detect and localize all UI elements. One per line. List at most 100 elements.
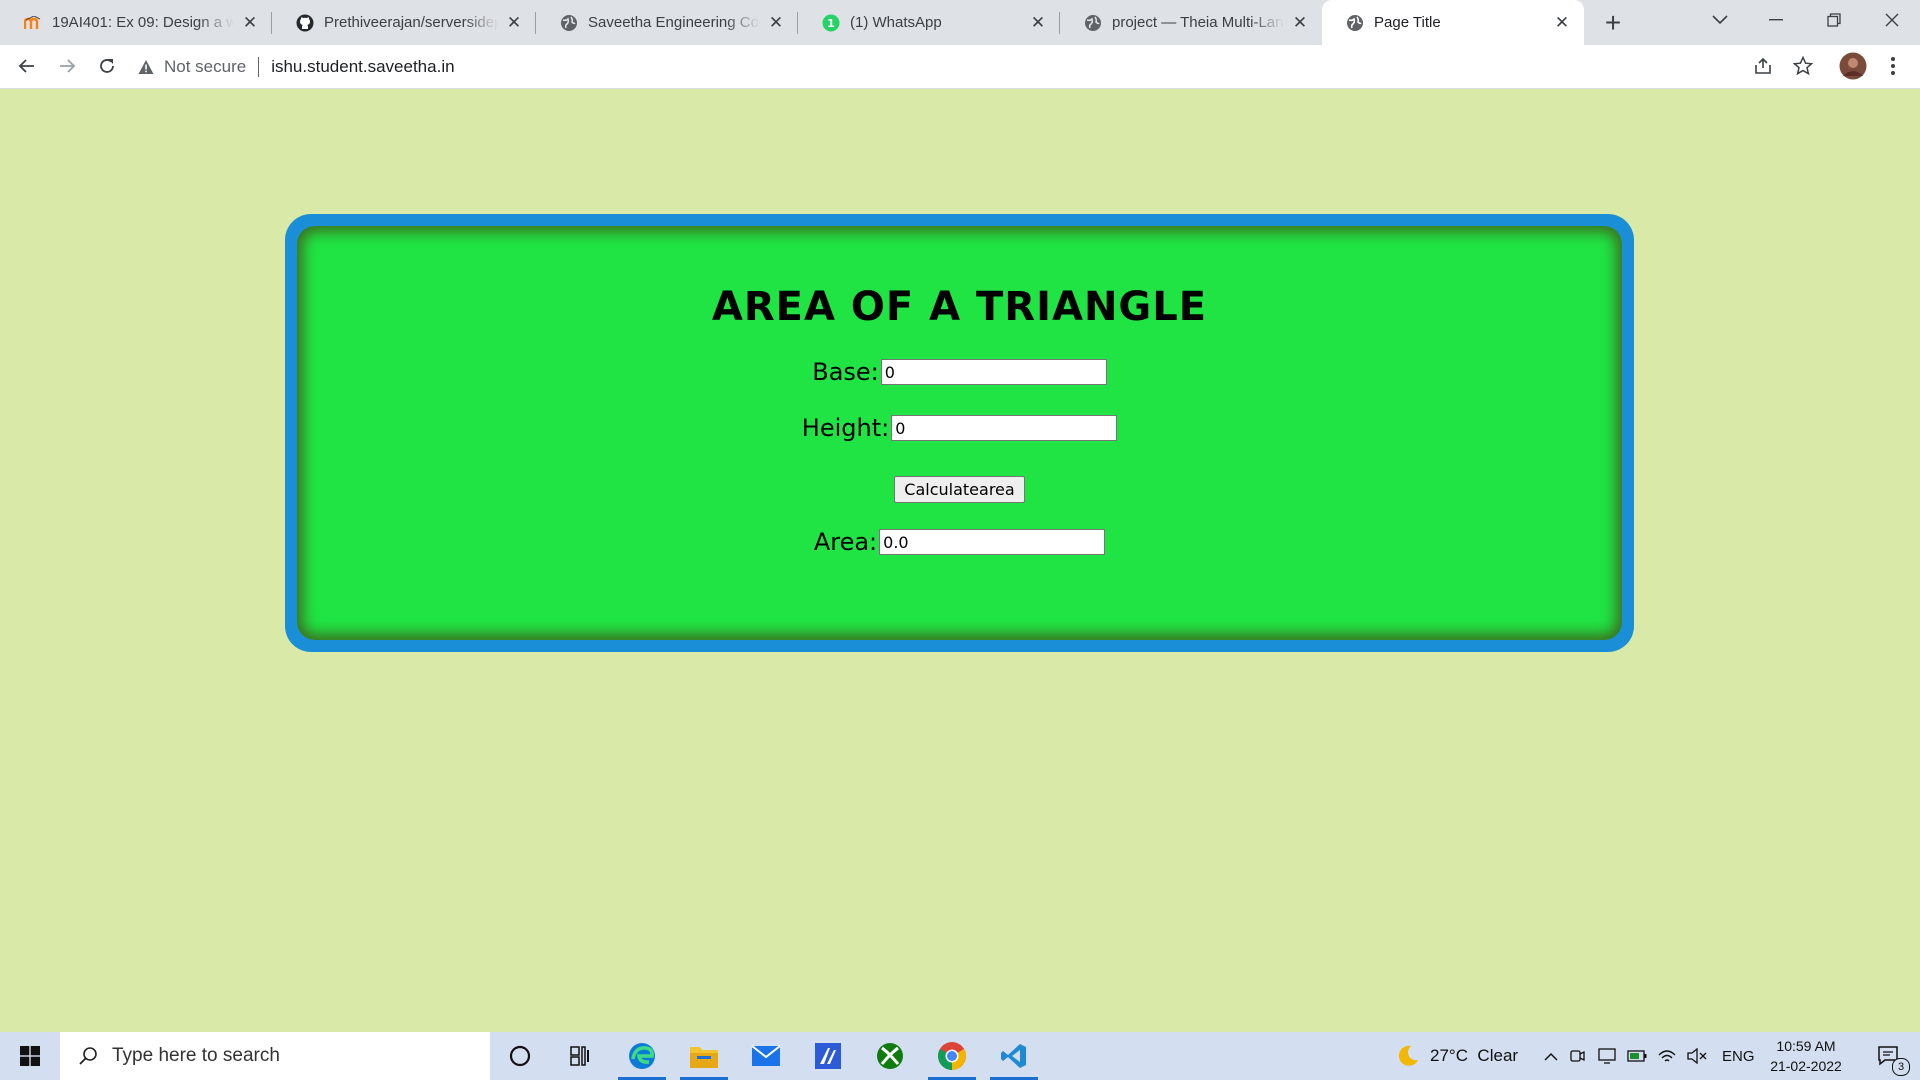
globe-icon bbox=[1084, 14, 1102, 32]
tab-strip: 19AI401: Ex 09: Design a web ✕ Prethivee… bbox=[0, 0, 1920, 45]
share-icon bbox=[1755, 57, 1771, 74]
triangle-form-frame: AREA OF A TRIANGLE Base: Height: Calcula… bbox=[285, 214, 1634, 652]
close-icon[interactable]: ✕ bbox=[240, 13, 260, 33]
meet-now-icon[interactable] bbox=[1562, 1048, 1592, 1064]
menu-button[interactable] bbox=[1878, 51, 1908, 81]
globe-icon bbox=[560, 14, 578, 32]
language-indicator[interactable]: ENG bbox=[1722, 1048, 1755, 1065]
arrow-left-icon bbox=[18, 59, 34, 73]
tab-title: Page Title bbox=[1374, 14, 1441, 31]
taskbar-search-box[interactable]: Type here to search bbox=[60, 1032, 490, 1080]
battery-icon[interactable] bbox=[1622, 1050, 1652, 1062]
close-icon[interactable]: ✕ bbox=[1028, 13, 1048, 33]
close-icon bbox=[1885, 13, 1899, 27]
area-output[interactable] bbox=[879, 529, 1106, 555]
tab-search-button[interactable] bbox=[1692, 0, 1748, 40]
security-label[interactable]: Not secure bbox=[164, 57, 246, 77]
base-label: Base: bbox=[812, 358, 879, 386]
weather-text: 27°C Clear bbox=[1430, 1046, 1519, 1065]
triangle-form-card: AREA OF A TRIANGLE Base: Height: Calcula… bbox=[297, 226, 1622, 640]
edge-icon bbox=[629, 1043, 655, 1069]
height-input[interactable] bbox=[891, 415, 1118, 441]
bookmark-button[interactable] bbox=[1788, 51, 1818, 81]
tab-page-title[interactable]: Page Title ✕ bbox=[1322, 0, 1584, 45]
profile-avatar[interactable] bbox=[1838, 51, 1868, 81]
clock-date: 21-02-2022 bbox=[1770, 1058, 1842, 1074]
xbox-icon bbox=[877, 1043, 903, 1069]
tab-saveetha[interactable]: Saveetha Engineering College ✕ bbox=[536, 0, 798, 45]
minimize-button[interactable] bbox=[1748, 0, 1804, 40]
taskbar-xbox[interactable] bbox=[860, 1032, 920, 1080]
height-row: Height: bbox=[297, 414, 1622, 442]
calculate-row: Calculatearea bbox=[297, 476, 1622, 503]
globe-icon bbox=[1346, 14, 1364, 32]
close-window-button[interactable] bbox=[1864, 0, 1920, 40]
taskbar-edge[interactable] bbox=[612, 1032, 672, 1080]
tab-moodle[interactable]: 19AI401: Ex 09: Design a web ✕ bbox=[0, 0, 272, 45]
cortana-button[interactable] bbox=[490, 1032, 550, 1080]
moon-icon bbox=[1398, 1045, 1418, 1066]
taskbar-vscode[interactable] bbox=[984, 1032, 1044, 1080]
height-label: Height: bbox=[801, 414, 890, 442]
page-title: AREA OF A TRIANGLE bbox=[711, 284, 1208, 330]
mail-icon bbox=[751, 1045, 781, 1066]
close-icon[interactable]: ✕ bbox=[766, 13, 786, 33]
share-button[interactable] bbox=[1748, 51, 1778, 81]
area-label: Area: bbox=[813, 528, 878, 556]
search-placeholder: Type here to search bbox=[112, 1045, 280, 1066]
volume-muted-icon[interactable] bbox=[1682, 1048, 1712, 1064]
browser-toolbar: Not secure ishu.student.saveetha.in bbox=[0, 45, 1920, 89]
taskbar-powerautomate[interactable] bbox=[798, 1032, 858, 1080]
weather-widget[interactable]: 27°C Clear bbox=[1396, 1032, 1518, 1080]
close-icon[interactable]: ✕ bbox=[1552, 13, 1572, 33]
reload-icon bbox=[100, 59, 114, 73]
tab-title: 19AI401: Ex 09: Design a web bbox=[52, 14, 234, 31]
back-button[interactable] bbox=[12, 51, 42, 81]
close-icon[interactable]: ✕ bbox=[1290, 13, 1310, 33]
chevron-down-icon bbox=[1712, 15, 1728, 25]
notification-center-button[interactable]: 3 bbox=[1866, 1032, 1912, 1080]
tab-github[interactable]: Prethiveerajan/serversidepro ✕ bbox=[272, 0, 536, 45]
taskbar-clock[interactable]: 10:59 AM 21-02-2022 bbox=[1762, 1032, 1850, 1080]
restore-button[interactable] bbox=[1806, 0, 1862, 40]
taskbar-mail[interactable] bbox=[736, 1032, 796, 1080]
address-bar[interactable]: Not secure ishu.student.saveetha.in bbox=[138, 50, 1758, 84]
svg-text:1: 1 bbox=[827, 17, 835, 30]
start-button[interactable] bbox=[0, 1032, 60, 1080]
new-tab-button[interactable]: + bbox=[1598, 7, 1628, 38]
display-icon[interactable] bbox=[1592, 1048, 1622, 1064]
close-icon[interactable]: ✕ bbox=[504, 13, 524, 33]
tab-title: (1) WhatsApp bbox=[850, 14, 942, 31]
forward-button[interactable] bbox=[52, 51, 82, 81]
windows-taskbar: Type here to search 27°C Clear ENG 10:59… bbox=[0, 1032, 1920, 1080]
cortana-icon bbox=[509, 1045, 531, 1067]
area-row: Area: bbox=[297, 528, 1622, 556]
tab-title: project — Theia Multi-Language bbox=[1112, 14, 1284, 31]
arrow-right-icon bbox=[60, 59, 76, 73]
chevron-up-icon[interactable] bbox=[1540, 1052, 1562, 1061]
minimize-icon bbox=[1769, 19, 1783, 21]
github-icon bbox=[296, 14, 314, 32]
search-icon bbox=[79, 1047, 97, 1065]
restore-icon bbox=[1827, 13, 1841, 27]
base-input[interactable] bbox=[880, 359, 1107, 385]
vscode-icon bbox=[1001, 1044, 1026, 1068]
tab-theia[interactable]: project — Theia Multi-Language ✕ bbox=[1060, 0, 1322, 45]
clock-time: 10:59 AM bbox=[1776, 1038, 1836, 1054]
taskbar-file-explorer[interactable] bbox=[674, 1032, 734, 1080]
url-text[interactable]: ishu.student.saveetha.in bbox=[271, 57, 454, 77]
notification-count: 3 bbox=[1892, 1058, 1910, 1076]
tab-whatsapp[interactable]: 1 (1) WhatsApp ✕ bbox=[798, 0, 1060, 45]
taskbar-chrome[interactable] bbox=[922, 1032, 982, 1080]
chrome-icon bbox=[938, 1042, 966, 1070]
whatsapp-icon: 1 bbox=[822, 14, 840, 32]
moodle-icon bbox=[24, 14, 42, 32]
folder-icon bbox=[690, 1047, 718, 1068]
calculate-area-button[interactable]: Calculatearea bbox=[894, 476, 1025, 503]
reload-button[interactable] bbox=[92, 51, 122, 81]
wifi-icon[interactable] bbox=[1652, 1048, 1682, 1064]
task-view-button[interactable] bbox=[550, 1032, 610, 1080]
tray-icons: ENG bbox=[1540, 1032, 1755, 1080]
task-view-icon bbox=[570, 1046, 589, 1066]
tab-title: Prethiveerajan/serversidepro bbox=[324, 14, 498, 31]
